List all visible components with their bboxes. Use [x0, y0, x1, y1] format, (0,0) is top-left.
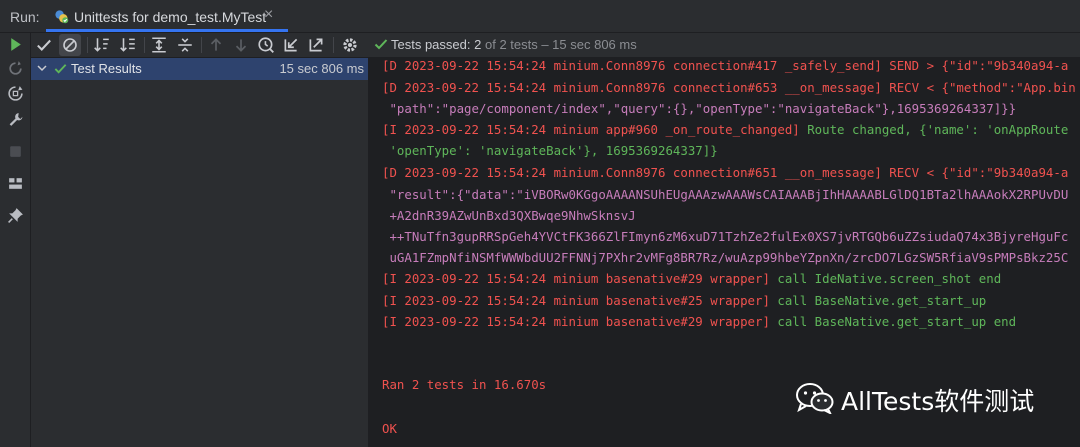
console-line-segment: [I 2023-09-22 15:54:24 minium basenative…	[382, 293, 778, 308]
toggle-auto-test-icon[interactable]	[7, 85, 24, 102]
sort-duration-icon[interactable]	[119, 36, 137, 54]
import-icon[interactable]	[282, 36, 300, 54]
expand-all-icon[interactable]	[150, 36, 168, 54]
console-line: [D 2023-09-22 15:54:24 minium.Conn8976 c…	[382, 165, 1068, 180]
ok-result: OK	[382, 421, 397, 436]
tree-root-duration: 15 sec 806 ms	[279, 61, 364, 76]
test-toolbar: Tests passed: 2 of 2 tests – 15 sec 806 …	[31, 33, 1080, 58]
status-total: of 2 tests – 15 sec 806 ms	[484, 37, 637, 52]
console-line-segment: [D 2023-09-22 15:54:24 minium.Conn8976 c…	[382, 80, 1076, 95]
console-line-segment: [D 2023-09-22 15:54:24 minium.Conn8976 c…	[382, 165, 1069, 180]
run-label: Run:	[10, 9, 40, 25]
console-line-segment: call BaseNative.get_start_up	[777, 293, 987, 308]
run-icon[interactable]	[7, 36, 24, 53]
show-ignored-toggle[interactable]	[59, 34, 81, 56]
python-test-icon	[55, 10, 69, 24]
console-line-segment: call IdeNative.screen_shot end	[777, 271, 1002, 286]
pin-icon[interactable]	[7, 207, 24, 224]
run-tool-window-header: Run: Unittests for demo_test.MyTest ×	[0, 0, 1080, 33]
tab-title: Unittests for demo_test.MyTest	[74, 9, 267, 25]
passed-check-icon	[374, 39, 388, 50]
run-actions-strip	[0, 33, 31, 447]
layout-icon[interactable]	[7, 175, 24, 192]
console-line-segment: uGA1FZmpNfiNSMfWWWbdUU2FFNNj7PXhr2vMFg8B…	[382, 250, 1069, 265]
console-line: 'openType': 'navigateBack'}, 16953692643…	[382, 143, 718, 158]
console-line-segment: call BaseNative.get_start_up end	[777, 314, 1017, 329]
status-passed-count: 2	[474, 37, 482, 52]
rerun-failed-icon[interactable]	[7, 60, 24, 77]
wechat-logo-icon	[796, 383, 834, 414]
console-line-segment: [I 2023-09-22 15:54:24 minium basenative…	[382, 271, 778, 286]
export-icon[interactable]	[307, 36, 325, 54]
tree-root-label: Test Results	[71, 61, 142, 76]
console-line: [D 2023-09-22 15:54:24 minium.Conn8976 c…	[382, 80, 1076, 95]
test-tree: Test Results 15 sec 806 ms	[31, 58, 369, 447]
console-line-segment: Route changed, {'name': 'onAppRoute	[807, 122, 1069, 137]
console-line-segment: "path":"page/component/index","query":{}…	[382, 101, 1017, 116]
console-line: [I 2023-09-22 15:54:24 minium basenative…	[382, 293, 986, 308]
chevron-down-icon[interactable]	[36, 62, 48, 74]
console-line: [I 2023-09-22 15:54:24 minium basenative…	[382, 271, 1001, 286]
console-line: "path":"page/component/index","query":{}…	[382, 101, 1016, 116]
console-line: uGA1FZmpNfiNSMfWWWbdUU2FFNNj7PXhr2vMFg8B…	[382, 250, 1068, 265]
console-line-segment: [D 2023-09-22 15:54:24 minium.Conn8976 c…	[382, 58, 1069, 73]
show-ignored-icon	[63, 38, 77, 52]
passed-check-icon	[54, 64, 67, 74]
console-line-segment: +A2dnR39AZwUnBxd3QXBwqe9NhwSknsvJ	[382, 208, 636, 223]
tree-row-test-results[interactable]: Test Results 15 sec 806 ms	[31, 58, 368, 80]
next-failed-icon[interactable]	[232, 36, 250, 54]
sort-alpha-icon[interactable]	[93, 36, 111, 54]
console-line-segment: ++TNuTfn3gupRRSpGeh4YVCtFK366ZlFImyn6zM6…	[382, 229, 1069, 244]
prev-failed-icon[interactable]	[207, 36, 225, 54]
console-line: +A2dnR39AZwUnBxd3QXBwqe9NhwSknsvJ	[382, 208, 636, 223]
show-passed-check-icon[interactable]	[35, 36, 53, 54]
ran-tests-summary: Ran 2 tests in 16.670s	[382, 377, 547, 392]
console-line: [I 2023-09-22 15:54:24 minium basenative…	[382, 314, 1016, 329]
tab-unittests[interactable]: Unittests for demo_test.MyTest ×	[46, 0, 288, 32]
console-line: ++TNuTfn3gupRRSpGeh4YVCtFK366ZlFImyn6zM6…	[382, 229, 1068, 244]
status-passed-label: Tests passed:	[391, 37, 471, 52]
collapse-all-icon[interactable]	[176, 36, 194, 54]
stop-icon[interactable]	[7, 143, 24, 160]
console-line: [I 2023-09-22 15:54:24 minium app#960 _o…	[382, 122, 1068, 137]
history-icon[interactable]	[257, 36, 275, 54]
test-status-summary: Tests passed: 2 of 2 tests – 15 sec 806 …	[391, 37, 637, 52]
console-line-segment: 'openType': 'navigateBack'}, 16953692643…	[382, 143, 718, 158]
console-line-segment: "result":{"data":"iVBORw0KGgoAAAANSUhEUg…	[382, 187, 1069, 202]
settings-icon[interactable]	[341, 36, 359, 54]
console-line-segment: [I 2023-09-22 15:54:24 minium app#960 _o…	[382, 122, 808, 137]
wrench-icon[interactable]	[7, 111, 24, 128]
console-line-segment: [I 2023-09-22 15:54:24 minium basenative…	[382, 314, 778, 329]
console-line: [D 2023-09-22 15:54:24 minium.Conn8976 c…	[382, 58, 1068, 73]
close-icon[interactable]: ×	[264, 6, 273, 24]
watermark-text: AllTests软件测试	[841, 387, 1035, 416]
console-line: "result":{"data":"iVBORw0KGgoAAAANSUhEUg…	[382, 187, 1068, 202]
